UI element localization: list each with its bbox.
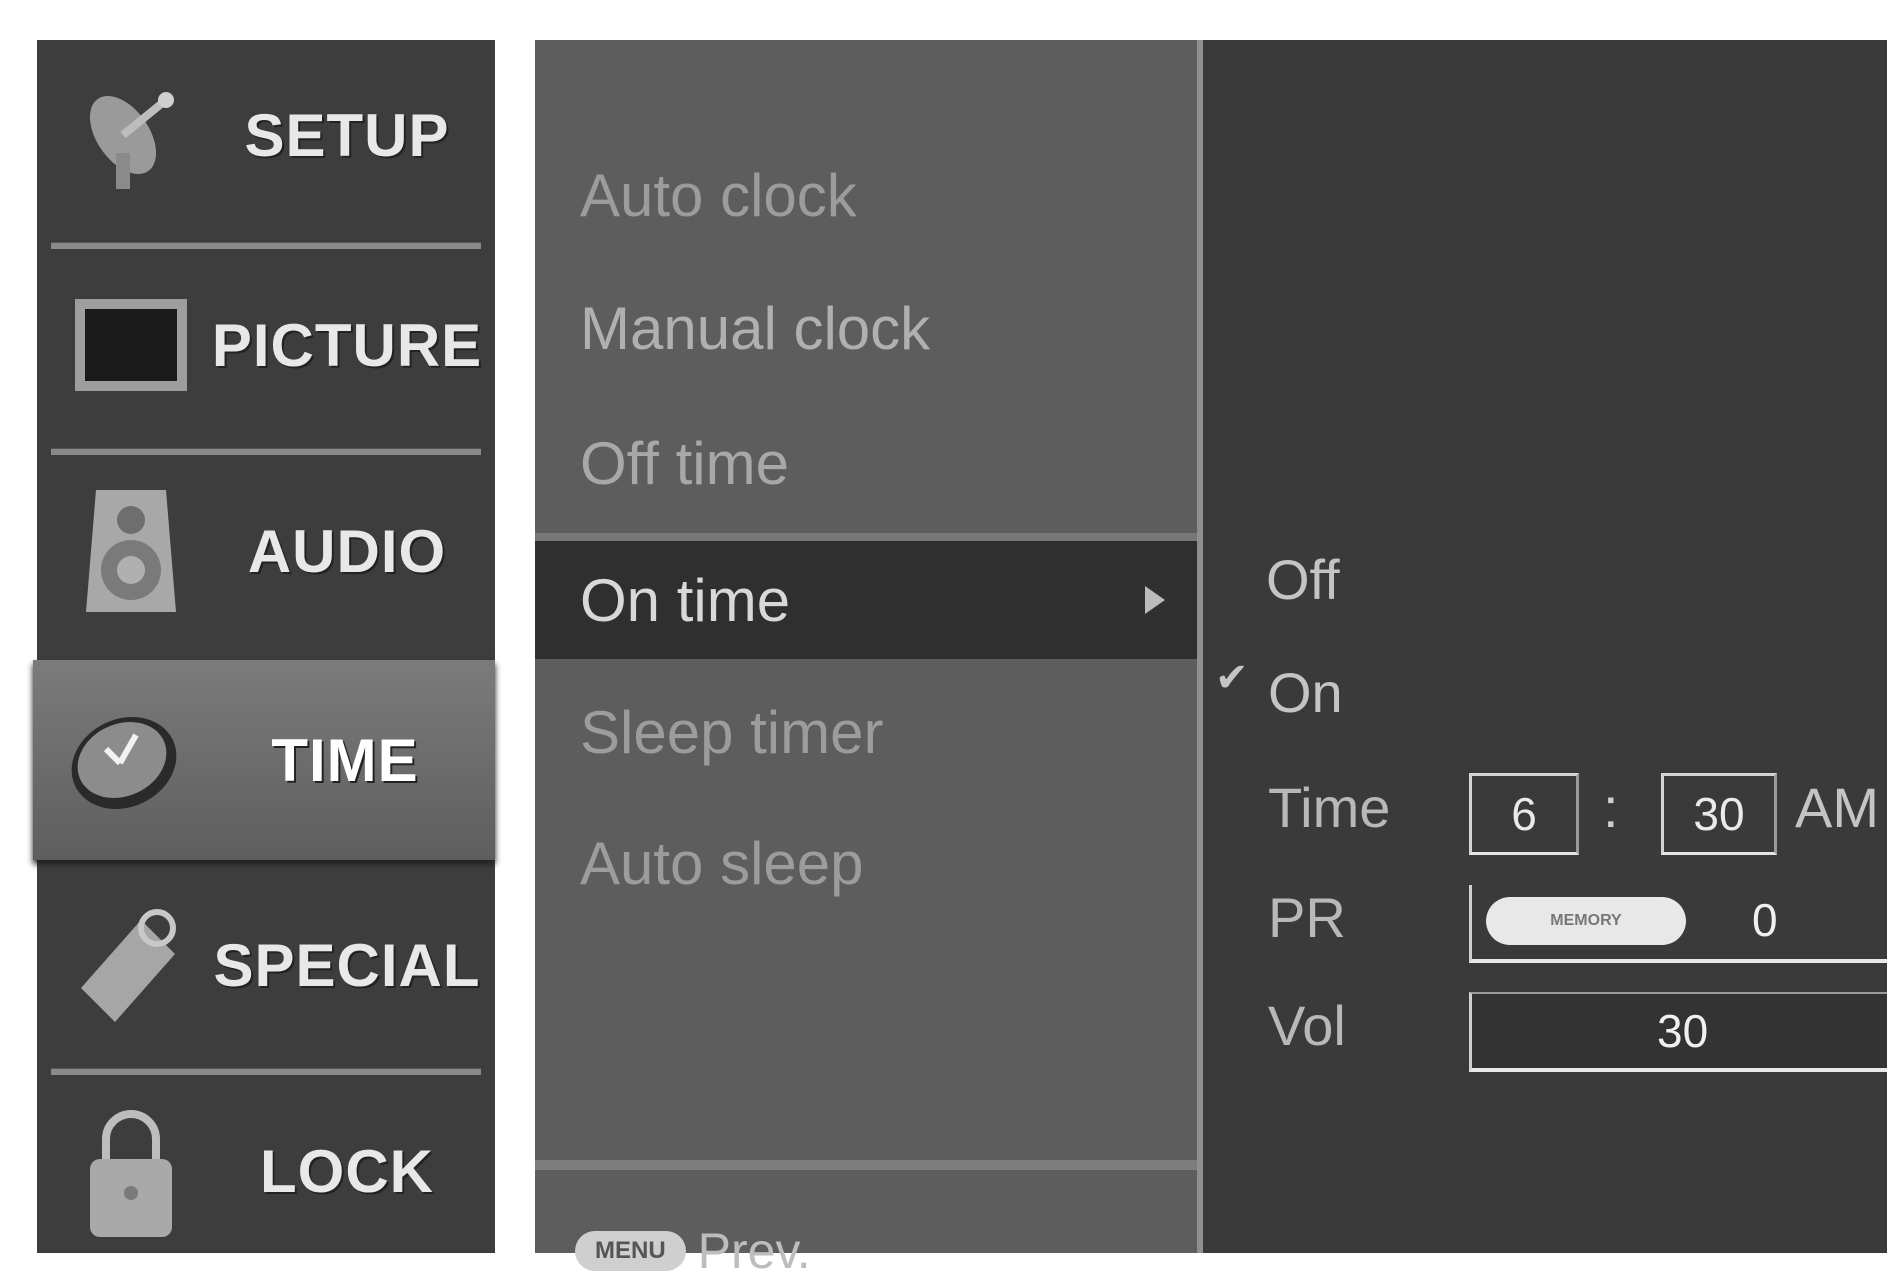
category-audio[interactable]: AUDIO: [37, 456, 495, 646]
check-icon: ✔: [1215, 656, 1249, 700]
category-time[interactable]: TIME: [33, 660, 495, 860]
tv-screen-icon: [61, 280, 201, 410]
vol-field[interactable]: 30: [1469, 992, 1887, 1072]
category-divider: [51, 242, 481, 249]
on-time-panel: Off ✔ On Time 6 : 30 AM PR MEMORY 0 Vol …: [1203, 40, 1887, 1253]
minute-value: 30: [1693, 788, 1745, 840]
option-off[interactable]: Off: [1266, 547, 1340, 612]
pr-label: PR: [1268, 886, 1346, 949]
category-label: LOCK: [260, 1137, 434, 1205]
vol-label: Vol: [1268, 994, 1346, 1057]
am-pm-indicator[interactable]: AM: [1795, 775, 1879, 840]
hour-value: 6: [1511, 788, 1537, 840]
time-menu-panel: Auto clock Manual clock Off time On time…: [535, 40, 1200, 1279]
option-on[interactable]: On: [1268, 660, 1343, 725]
category-special[interactable]: SPECIAL: [37, 870, 495, 1060]
submenu-arrow-icon: [1145, 586, 1165, 614]
vol-value: 30: [1657, 1005, 1709, 1057]
category-setup[interactable]: SETUP: [37, 40, 495, 230]
pr-value: 0: [1752, 894, 1778, 946]
category-picture[interactable]: PICTURE: [37, 250, 495, 440]
menu-item-on-time[interactable]: On time: [535, 533, 1200, 659]
clock-icon: [57, 695, 197, 825]
category-divider: [51, 448, 481, 455]
category-label: SETUP: [244, 101, 450, 169]
menu-item-sleep-timer[interactable]: Sleep timer: [535, 677, 1200, 787]
menu-item-auto-clock[interactable]: Auto clock: [535, 140, 1200, 250]
pr-pill-badge: MEMORY: [1486, 897, 1686, 945]
menu-item-off-time[interactable]: Off time: [535, 408, 1200, 518]
menu-item-auto-sleep[interactable]: Auto sleep: [535, 808, 1200, 918]
hour-field[interactable]: 6: [1469, 773, 1579, 855]
menu-item-label: Auto sleep: [580, 829, 864, 897]
prev-label: Prev.: [697, 1223, 811, 1279]
menu-item-label: Manual clock: [580, 294, 931, 362]
menu-item-label: Auto clock: [580, 161, 857, 229]
minute-field[interactable]: 30: [1661, 773, 1777, 855]
category-divider: [51, 1068, 481, 1075]
category-label: AUDIO: [247, 517, 447, 585]
satellite-dish-icon: [61, 70, 201, 200]
speaker-icon: [61, 486, 201, 616]
pr-field[interactable]: MEMORY 0: [1469, 885, 1887, 963]
time-label: Time: [1268, 776, 1391, 839]
menu-footer: MENU Prev.: [575, 1222, 811, 1280]
menu-item-label: On time: [580, 566, 791, 634]
menu-item-manual-clock[interactable]: Manual clock: [535, 273, 1200, 383]
menu-item-label: Sleep timer: [580, 698, 884, 766]
menu-key-button[interactable]: MENU: [575, 1231, 686, 1271]
category-label: PICTURE: [211, 311, 483, 379]
padlock-icon: [61, 1106, 201, 1237]
category-label: SPECIAL: [213, 931, 481, 999]
time-separator: :: [1603, 776, 1619, 839]
menu-footer-divider: [535, 1160, 1200, 1170]
category-panel: SETUP PICTURE AUDIO TIME SPECIAL LOCK: [33, 40, 495, 1253]
category-label: TIME: [271, 726, 419, 794]
category-lock[interactable]: LOCK: [37, 1076, 495, 1266]
tag-icon: [61, 900, 201, 1030]
menu-item-label: Off time: [580, 429, 789, 497]
